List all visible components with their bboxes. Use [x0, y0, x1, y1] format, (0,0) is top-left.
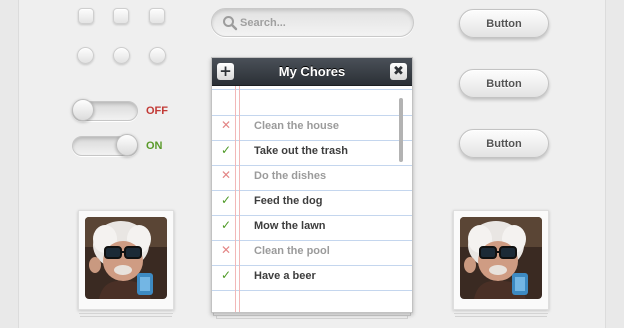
check-icon[interactable]: ✓: [220, 268, 232, 282]
chore-label: Do the dishes: [254, 170, 327, 182]
round-button-3[interactable]: [149, 47, 166, 64]
plus-icon[interactable]: +: [217, 63, 234, 80]
search-box[interactable]: [211, 8, 414, 37]
avatar-image: [85, 217, 167, 299]
chore-label: Mow the lawn: [254, 220, 326, 232]
avatar-photo-right: [453, 210, 549, 310]
avatar-image: [460, 217, 542, 299]
list-item[interactable]: ✓ Mow the lawn: [212, 214, 398, 239]
square-button-2[interactable]: [113, 8, 129, 24]
toggle-knob[interactable]: [72, 99, 94, 121]
list-item[interactable]: ✕ Clean the house: [212, 114, 398, 139]
chores-title: My Chores: [278, 64, 346, 79]
check-icon[interactable]: ✓: [220, 193, 232, 207]
toggle-on-label: ON: [146, 140, 163, 152]
cross-icon[interactable]: ✕: [220, 118, 232, 132]
chore-label: Clean the pool: [254, 245, 330, 257]
chore-label: Feed the dog: [254, 195, 323, 207]
chore-label: Take out the trash: [254, 145, 348, 157]
search-input[interactable]: [240, 15, 405, 31]
toggle-off-label: OFF: [146, 105, 168, 117]
list-item[interactable]: ✕ Do the dishes: [212, 164, 398, 189]
list-item[interactable]: ✓ Have a beer: [212, 264, 398, 289]
toggle-off[interactable]: [72, 99, 138, 121]
toggle-on[interactable]: [72, 134, 138, 156]
button-2[interactable]: Button: [459, 69, 549, 98]
list-item[interactable]: ✓ Take out the trash: [212, 139, 398, 164]
scrollbar-thumb[interactable]: [399, 98, 403, 162]
square-button-1[interactable]: [78, 8, 94, 24]
round-button-2[interactable]: [113, 47, 130, 64]
round-button-1[interactable]: [77, 47, 94, 64]
toggle-knob[interactable]: [116, 134, 138, 156]
search-icon: [223, 16, 238, 31]
close-icon[interactable]: ✖: [390, 63, 407, 80]
chores-header: + My Chores ✖: [212, 58, 412, 86]
check-icon[interactable]: ✓: [220, 218, 232, 232]
cross-icon[interactable]: ✕: [220, 168, 232, 182]
list-item[interactable]: ✓ Feed the dog: [212, 189, 398, 214]
check-icon[interactable]: ✓: [220, 143, 232, 157]
button-3[interactable]: Button: [459, 129, 549, 158]
list-item[interactable]: ✕ Clean the pool: [212, 239, 398, 264]
chore-label: Have a beer: [254, 270, 316, 282]
avatar-photo-left: [78, 210, 174, 310]
panel-shadow-sheet: [216, 316, 408, 319]
chores-panel: + My Chores ✖ ✕ Clean the house ✓ Take out …: [211, 57, 413, 313]
square-button-3[interactable]: [149, 8, 165, 24]
cross-icon[interactable]: ✕: [220, 243, 232, 257]
chore-label: Clean the house: [254, 120, 339, 132]
button-1[interactable]: Button: [459, 9, 549, 38]
panel-shadow-sheet: [213, 313, 411, 316]
